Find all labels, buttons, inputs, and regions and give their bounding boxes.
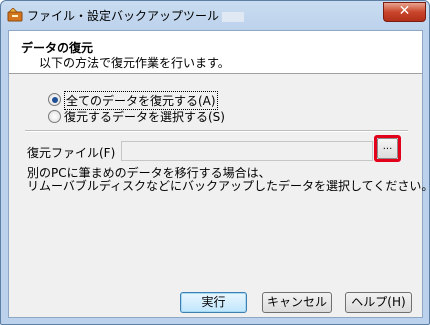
radio-dot: [51, 96, 58, 103]
radio-button[interactable]: [48, 110, 61, 123]
browse-button[interactable]: ...: [377, 138, 398, 159]
radio-restore-select-label[interactable]: 復元するデータを選択する(S): [64, 108, 225, 125]
cancel-button[interactable]: キャンセル: [262, 292, 332, 313]
header-subtitle: 以下の方法で復元作業を行います。: [39, 56, 230, 70]
close-button[interactable]: ✕: [383, 2, 426, 22]
execute-button[interactable]: 実行: [180, 292, 247, 313]
close-icon: ✕: [398, 3, 411, 19]
radio-button-selected[interactable]: [48, 93, 61, 106]
button-bar: 実行 キャンセル ヘルプ(H): [9, 281, 422, 317]
dialog-header: データの復元 以下の方法で復元作業を行います。: [9, 31, 422, 74]
dialog-client-area: データの復元 以下の方法で復元作業を行います。 全てのデータを復元する(A) 復…: [8, 30, 429, 318]
restore-file-input[interactable]: [121, 141, 373, 161]
restore-file-label: 復元ファイル(F): [27, 146, 116, 160]
note-line-2: リムーバブルディスクなどにバックアップしたデータを選択してください。: [27, 179, 430, 193]
migration-note: 別のPCに筆まめのデータを移行する場合は、 リムーバブルディスクなどにバックアッ…: [27, 167, 430, 193]
separator: [25, 130, 408, 132]
help-button[interactable]: ヘルプ(H): [345, 292, 412, 313]
title-bar[interactable]: ファイル・設定バックアップツール ✕: [1, 1, 429, 29]
window-title: ファイル・設定バックアップツール: [27, 7, 245, 24]
backup-tool-window: ファイル・設定バックアップツール ✕ データの復元 以下の方法で復元作業を行いま…: [0, 0, 430, 325]
app-icon: [7, 8, 23, 22]
title-obscured-text: [222, 11, 245, 22]
